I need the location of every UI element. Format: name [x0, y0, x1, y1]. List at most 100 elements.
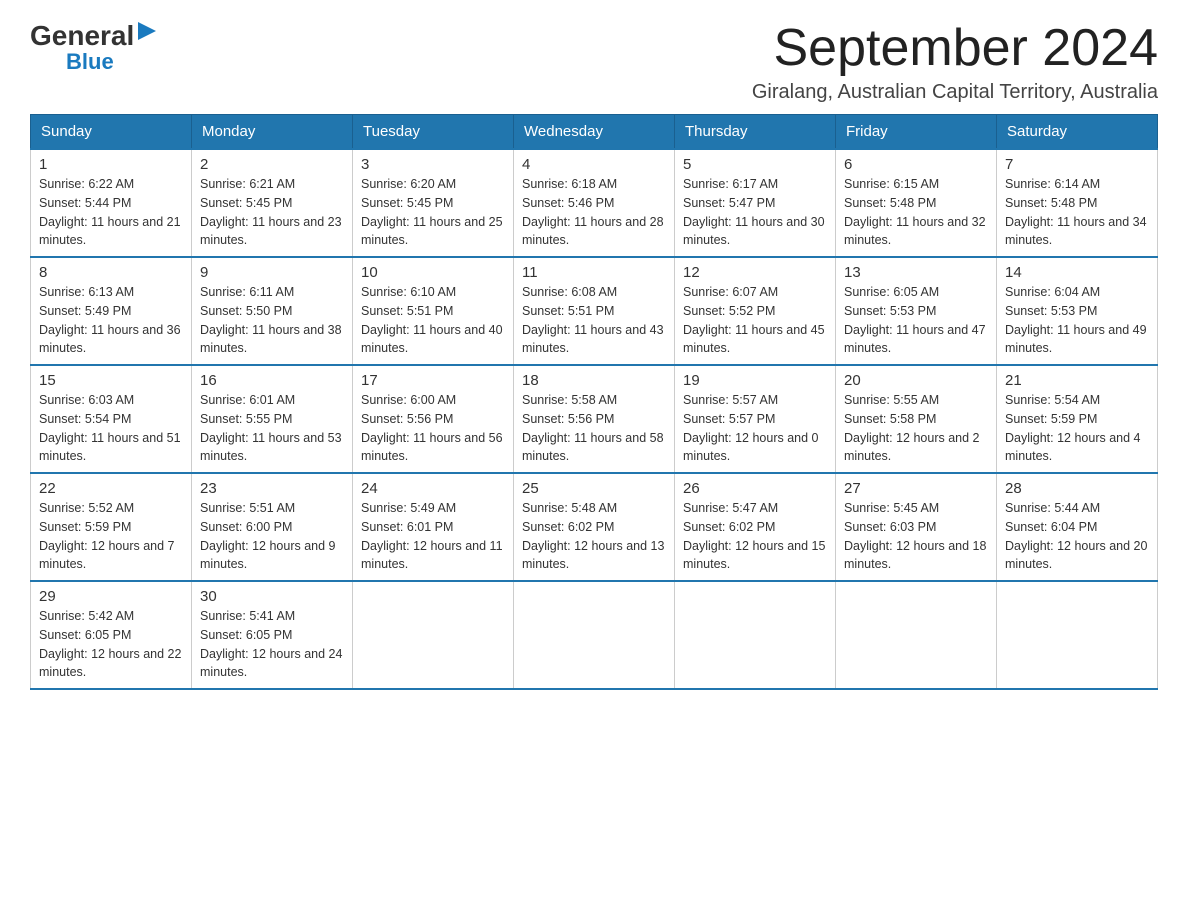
- calendar-cell: 4 Sunrise: 6:18 AM Sunset: 5:46 PM Dayli…: [514, 149, 675, 257]
- day-number: 2: [200, 156, 344, 173]
- day-number: 20: [844, 372, 988, 389]
- calendar-cell: 14 Sunrise: 6:04 AM Sunset: 5:53 PM Dayl…: [997, 257, 1158, 365]
- logo: General Blue: [30, 20, 158, 73]
- day-number: 22: [39, 480, 183, 497]
- calendar-cell: 3 Sunrise: 6:20 AM Sunset: 5:45 PM Dayli…: [353, 149, 514, 257]
- calendar-cell: 8 Sunrise: 6:13 AM Sunset: 5:49 PM Dayli…: [31, 257, 192, 365]
- calendar-cell: 19 Sunrise: 5:57 AM Sunset: 5:57 PM Dayl…: [675, 365, 836, 473]
- day-info: Sunrise: 5:48 AM Sunset: 6:02 PM Dayligh…: [522, 499, 666, 574]
- day-info: Sunrise: 5:55 AM Sunset: 5:58 PM Dayligh…: [844, 391, 988, 466]
- day-number: 5: [683, 156, 827, 173]
- day-number: 18: [522, 372, 666, 389]
- calendar-cell: 24 Sunrise: 5:49 AM Sunset: 6:01 PM Dayl…: [353, 473, 514, 581]
- day-number: 16: [200, 372, 344, 389]
- calendar-header-saturday: Saturday: [997, 115, 1158, 150]
- calendar-cell: 28 Sunrise: 5:44 AM Sunset: 6:04 PM Dayl…: [997, 473, 1158, 581]
- day-info: Sunrise: 5:52 AM Sunset: 5:59 PM Dayligh…: [39, 499, 183, 574]
- day-info: Sunrise: 6:01 AM Sunset: 5:55 PM Dayligh…: [200, 391, 344, 466]
- calendar-table: SundayMondayTuesdayWednesdayThursdayFrid…: [30, 114, 1158, 690]
- day-number: 3: [361, 156, 505, 173]
- day-number: 26: [683, 480, 827, 497]
- day-info: Sunrise: 5:42 AM Sunset: 6:05 PM Dayligh…: [39, 607, 183, 682]
- day-info: Sunrise: 5:45 AM Sunset: 6:03 PM Dayligh…: [844, 499, 988, 574]
- day-info: Sunrise: 6:15 AM Sunset: 5:48 PM Dayligh…: [844, 175, 988, 250]
- day-info: Sunrise: 6:04 AM Sunset: 5:53 PM Dayligh…: [1005, 283, 1149, 358]
- calendar-cell: 25 Sunrise: 5:48 AM Sunset: 6:02 PM Dayl…: [514, 473, 675, 581]
- calendar-cell: 12 Sunrise: 6:07 AM Sunset: 5:52 PM Dayl…: [675, 257, 836, 365]
- day-number: 10: [361, 264, 505, 281]
- day-number: 15: [39, 372, 183, 389]
- day-number: 27: [844, 480, 988, 497]
- calendar-cell: 29 Sunrise: 5:42 AM Sunset: 6:05 PM Dayl…: [31, 581, 192, 689]
- calendar-cell: 18 Sunrise: 5:58 AM Sunset: 5:56 PM Dayl…: [514, 365, 675, 473]
- calendar-header-thursday: Thursday: [675, 115, 836, 150]
- calendar-week-row: 22 Sunrise: 5:52 AM Sunset: 5:59 PM Dayl…: [31, 473, 1158, 581]
- calendar-cell: 21 Sunrise: 5:54 AM Sunset: 5:59 PM Dayl…: [997, 365, 1158, 473]
- day-info: Sunrise: 6:08 AM Sunset: 5:51 PM Dayligh…: [522, 283, 666, 358]
- calendar-header-wednesday: Wednesday: [514, 115, 675, 150]
- calendar-cell: 23 Sunrise: 5:51 AM Sunset: 6:00 PM Dayl…: [192, 473, 353, 581]
- day-info: Sunrise: 6:10 AM Sunset: 5:51 PM Dayligh…: [361, 283, 505, 358]
- calendar-week-row: 15 Sunrise: 6:03 AM Sunset: 5:54 PM Dayl…: [31, 365, 1158, 473]
- page-header: General Blue September 2024 Giralang, Au…: [30, 20, 1158, 104]
- day-info: Sunrise: 6:20 AM Sunset: 5:45 PM Dayligh…: [361, 175, 505, 250]
- calendar-cell: 30 Sunrise: 5:41 AM Sunset: 6:05 PM Dayl…: [192, 581, 353, 689]
- logo-general-text: General: [30, 22, 134, 50]
- calendar-cell: [836, 581, 997, 689]
- calendar-cell: [514, 581, 675, 689]
- day-info: Sunrise: 5:57 AM Sunset: 5:57 PM Dayligh…: [683, 391, 827, 466]
- calendar-header-sunday: Sunday: [31, 115, 192, 150]
- day-number: 12: [683, 264, 827, 281]
- calendar-cell: 22 Sunrise: 5:52 AM Sunset: 5:59 PM Dayl…: [31, 473, 192, 581]
- calendar-header-row: SundayMondayTuesdayWednesdayThursdayFrid…: [31, 115, 1158, 150]
- day-info: Sunrise: 5:47 AM Sunset: 6:02 PM Dayligh…: [683, 499, 827, 574]
- calendar-cell: 2 Sunrise: 6:21 AM Sunset: 5:45 PM Dayli…: [192, 149, 353, 257]
- calendar-week-row: 8 Sunrise: 6:13 AM Sunset: 5:49 PM Dayli…: [31, 257, 1158, 365]
- calendar-header-tuesday: Tuesday: [353, 115, 514, 150]
- day-info: Sunrise: 5:51 AM Sunset: 6:00 PM Dayligh…: [200, 499, 344, 574]
- calendar-cell: 10 Sunrise: 6:10 AM Sunset: 5:51 PM Dayl…: [353, 257, 514, 365]
- day-info: Sunrise: 6:11 AM Sunset: 5:50 PM Dayligh…: [200, 283, 344, 358]
- calendar-cell: [675, 581, 836, 689]
- day-number: 1: [39, 156, 183, 173]
- day-number: 14: [1005, 264, 1149, 281]
- day-number: 6: [844, 156, 988, 173]
- calendar-cell: [997, 581, 1158, 689]
- day-number: 8: [39, 264, 183, 281]
- day-number: 29: [39, 588, 183, 605]
- day-number: 24: [361, 480, 505, 497]
- calendar-cell: 16 Sunrise: 6:01 AM Sunset: 5:55 PM Dayl…: [192, 365, 353, 473]
- day-info: Sunrise: 6:00 AM Sunset: 5:56 PM Dayligh…: [361, 391, 505, 466]
- calendar-cell: 6 Sunrise: 6:15 AM Sunset: 5:48 PM Dayli…: [836, 149, 997, 257]
- calendar-week-row: 29 Sunrise: 5:42 AM Sunset: 6:05 PM Dayl…: [31, 581, 1158, 689]
- day-info: Sunrise: 5:41 AM Sunset: 6:05 PM Dayligh…: [200, 607, 344, 682]
- calendar-cell: 5 Sunrise: 6:17 AM Sunset: 5:47 PM Dayli…: [675, 149, 836, 257]
- day-number: 21: [1005, 372, 1149, 389]
- logo-blue-text: Blue: [66, 51, 114, 73]
- day-number: 30: [200, 588, 344, 605]
- day-info: Sunrise: 5:58 AM Sunset: 5:56 PM Dayligh…: [522, 391, 666, 466]
- day-info: Sunrise: 6:13 AM Sunset: 5:49 PM Dayligh…: [39, 283, 183, 358]
- day-number: 9: [200, 264, 344, 281]
- day-number: 13: [844, 264, 988, 281]
- calendar-cell: 11 Sunrise: 6:08 AM Sunset: 5:51 PM Dayl…: [514, 257, 675, 365]
- day-info: Sunrise: 5:54 AM Sunset: 5:59 PM Dayligh…: [1005, 391, 1149, 466]
- calendar-cell: 7 Sunrise: 6:14 AM Sunset: 5:48 PM Dayli…: [997, 149, 1158, 257]
- day-number: 4: [522, 156, 666, 173]
- day-info: Sunrise: 6:22 AM Sunset: 5:44 PM Dayligh…: [39, 175, 183, 250]
- day-info: Sunrise: 6:14 AM Sunset: 5:48 PM Dayligh…: [1005, 175, 1149, 250]
- day-info: Sunrise: 6:05 AM Sunset: 5:53 PM Dayligh…: [844, 283, 988, 358]
- calendar-header-monday: Monday: [192, 115, 353, 150]
- calendar-cell: 26 Sunrise: 5:47 AM Sunset: 6:02 PM Dayl…: [675, 473, 836, 581]
- logo-triangle-icon: [136, 20, 158, 42]
- calendar-cell: 17 Sunrise: 6:00 AM Sunset: 5:56 PM Dayl…: [353, 365, 514, 473]
- calendar-header-friday: Friday: [836, 115, 997, 150]
- day-number: 25: [522, 480, 666, 497]
- location-subtitle: Giralang, Australian Capital Territory, …: [752, 81, 1158, 104]
- month-title: September 2024: [752, 20, 1158, 77]
- day-info: Sunrise: 6:03 AM Sunset: 5:54 PM Dayligh…: [39, 391, 183, 466]
- day-info: Sunrise: 6:17 AM Sunset: 5:47 PM Dayligh…: [683, 175, 827, 250]
- day-info: Sunrise: 6:21 AM Sunset: 5:45 PM Dayligh…: [200, 175, 344, 250]
- day-number: 17: [361, 372, 505, 389]
- day-info: Sunrise: 5:44 AM Sunset: 6:04 PM Dayligh…: [1005, 499, 1149, 574]
